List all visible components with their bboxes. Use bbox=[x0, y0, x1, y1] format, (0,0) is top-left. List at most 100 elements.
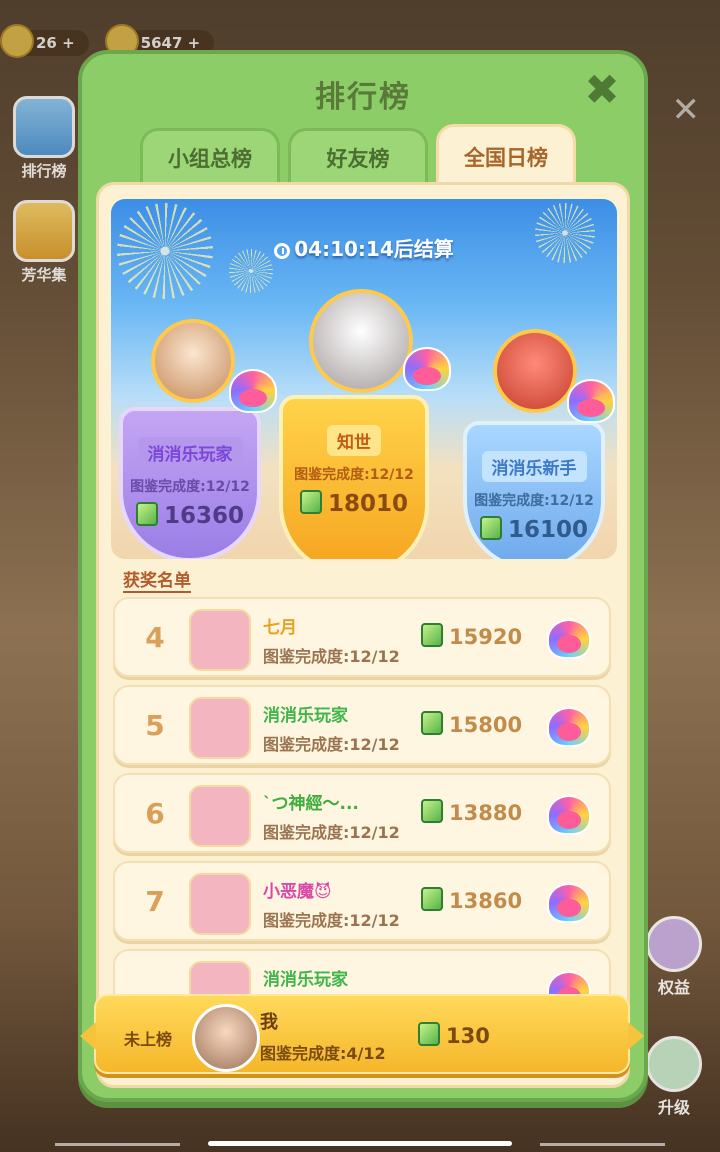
clock-icon bbox=[274, 243, 291, 259]
nav-bar-segment bbox=[55, 1143, 180, 1146]
podium-name: 消消乐玩家 bbox=[137, 437, 243, 468]
gem-icon bbox=[299, 490, 322, 514]
row-avatar bbox=[189, 609, 251, 671]
book-icon bbox=[13, 200, 75, 262]
mascot-badge-icon bbox=[547, 883, 591, 923]
rank-number: 7 bbox=[145, 885, 165, 918]
row-score-value: 13860 bbox=[449, 889, 523, 913]
gem-icon bbox=[421, 887, 443, 911]
row-avatar bbox=[189, 697, 251, 759]
close-button[interactable]: ✖ bbox=[582, 69, 622, 111]
row-name: `つ神經～... bbox=[263, 794, 359, 814]
leaderboard-panel: 04:10:14后结算 消消乐玩家 图鉴完成度:12/12 16360 知世 图… bbox=[96, 182, 630, 1088]
row-name: 消消乐玩家 bbox=[263, 970, 348, 990]
my-rank-status: 未上榜 bbox=[124, 1030, 173, 1049]
bg-collection-button: 芳华集 bbox=[12, 200, 76, 285]
score-value: 16100 bbox=[507, 517, 589, 543]
list-row[interactable]: 6 `つ神經～... 图鉴完成度:12/12 13880 bbox=[113, 773, 611, 853]
tab-group-total[interactable]: 小组总榜 bbox=[140, 128, 280, 188]
podium-rank-3[interactable]: 消消乐新手 图鉴完成度:12/12 16100 bbox=[463, 421, 605, 559]
bg-benefits-label: 权益 bbox=[657, 978, 690, 997]
bg-upgrade-button: 升级 bbox=[642, 1036, 706, 1118]
row-name: 消消乐玩家 bbox=[263, 706, 348, 726]
close-icon: ✖ bbox=[584, 65, 620, 114]
mascot-badge-icon bbox=[547, 619, 591, 659]
bg-benefits-button: 权益 bbox=[642, 916, 706, 998]
podium-progress: 图鉴完成度:12/12 bbox=[123, 476, 257, 496]
ribbon-tip-right bbox=[628, 1022, 644, 1050]
bg-leaderboard-button: 排行榜 bbox=[12, 96, 76, 181]
row-progress: 图鉴完成度:12/12 bbox=[263, 823, 400, 842]
list-row[interactable]: 7 小恶魔😈 图鉴完成度:12/12 13860 bbox=[113, 861, 611, 941]
ribbon-tip-left bbox=[80, 1022, 96, 1050]
podium-avatar-2 bbox=[151, 319, 235, 403]
my-name: 我 bbox=[260, 1012, 278, 1033]
energy-value: 26 bbox=[36, 34, 57, 52]
bg-collection-label: 芳华集 bbox=[21, 266, 67, 284]
row-progress: 图鉴完成度:12/12 bbox=[263, 735, 400, 754]
podium-rank-2[interactable]: 消消乐玩家 图鉴完成度:12/12 16360 bbox=[119, 407, 261, 559]
progress-value: 12/12 bbox=[205, 479, 250, 495]
countdown-time: 04:10:14 bbox=[294, 237, 394, 261]
row-score-value: 13880 bbox=[449, 801, 523, 825]
score-value: 18010 bbox=[327, 491, 409, 517]
bg-leaderboard-label: 排行榜 bbox=[21, 162, 67, 180]
mascot-badge-icon bbox=[403, 347, 451, 391]
row-avatar bbox=[189, 785, 251, 847]
row-name: 小恶魔😈 bbox=[263, 882, 332, 902]
tab-national-daily[interactable]: 全国日榜 bbox=[436, 124, 576, 188]
row-score-value: 15920 bbox=[449, 625, 523, 649]
mascot-badge-icon bbox=[547, 707, 591, 747]
countdown-suffix: 后结算 bbox=[393, 237, 454, 261]
row-progress: 图鉴完成度:12/12 bbox=[263, 911, 400, 930]
gem-icon bbox=[421, 799, 443, 823]
podium-avatar-3 bbox=[493, 329, 577, 413]
nav-bar-segment bbox=[540, 1143, 665, 1146]
score-value: 16360 bbox=[163, 503, 245, 529]
settlement-countdown: 04:10:14后结算 bbox=[111, 233, 617, 262]
progress-value: 12/12 bbox=[549, 493, 594, 509]
mascot-badge-icon bbox=[547, 795, 591, 835]
gem-icon bbox=[418, 1022, 440, 1046]
podium-rank-1[interactable]: 知世 图鉴完成度:12/12 18010 bbox=[279, 395, 429, 559]
progress-value: 12/12 bbox=[369, 467, 414, 483]
podium: 04:10:14后结算 消消乐玩家 图鉴完成度:12/12 16360 知世 图… bbox=[111, 199, 617, 559]
my-score-value: 130 bbox=[446, 1024, 490, 1048]
rank-number: 5 bbox=[145, 709, 165, 742]
my-progress: 图鉴完成度:4/12 bbox=[260, 1044, 386, 1063]
mascot-badge-icon bbox=[567, 379, 615, 423]
leaderboard-icon bbox=[13, 96, 75, 158]
row-score: 13880 bbox=[421, 799, 522, 825]
my-score: 130 bbox=[418, 1022, 490, 1048]
list-row[interactable]: 5 消消乐玩家图鉴完成度:12/12 15800 bbox=[113, 685, 611, 765]
podium-progress: 图鉴完成度:12/12 bbox=[283, 464, 425, 484]
progress-label: 图鉴完成度: bbox=[474, 493, 550, 509]
tab-friends[interactable]: 好友榜 bbox=[288, 128, 428, 188]
gem-icon bbox=[421, 623, 443, 647]
upgrade-icon bbox=[646, 1036, 702, 1092]
benefits-icon bbox=[646, 916, 702, 972]
mascot-badge-icon bbox=[229, 369, 277, 413]
podium-score: 16360 bbox=[123, 502, 257, 529]
energy-counter: 26 + bbox=[0, 24, 89, 58]
progress-label: 图鉴完成度: bbox=[294, 467, 370, 483]
podium-score: 18010 bbox=[283, 490, 425, 517]
tab-bar: 小组总榜 好友榜 全国日榜 bbox=[140, 124, 576, 188]
list-row[interactable]: 4 七月 图鉴完成度:12/12 15920 bbox=[113, 597, 611, 677]
podium-name: 消消乐新手 bbox=[481, 451, 587, 482]
my-avatar bbox=[192, 1004, 260, 1072]
energy-icon bbox=[0, 24, 34, 58]
leaderboard-modal: 排行榜 ✖ 小组总榜 好友榜 全国日榜 04:10:14后结算 消消乐玩家 图鉴… bbox=[78, 50, 648, 1102]
progress-label: 图鉴完成度: bbox=[130, 479, 206, 495]
my-rank-bar: 未上榜 我 图鉴完成度:4/12 130 bbox=[80, 994, 644, 1074]
bg-upgrade-label: 升级 bbox=[657, 1098, 690, 1117]
modal-title: 排行榜 bbox=[315, 80, 411, 115]
podium-progress: 图鉴完成度:12/12 bbox=[467, 490, 601, 510]
row-avatar bbox=[189, 873, 251, 935]
row-score-value: 15800 bbox=[449, 713, 523, 737]
row-score: 13860 bbox=[421, 887, 522, 913]
gem-icon bbox=[421, 711, 443, 735]
home-indicator[interactable] bbox=[208, 1141, 512, 1146]
row-score: 15920 bbox=[421, 623, 522, 649]
rank-number: 4 bbox=[145, 621, 165, 654]
